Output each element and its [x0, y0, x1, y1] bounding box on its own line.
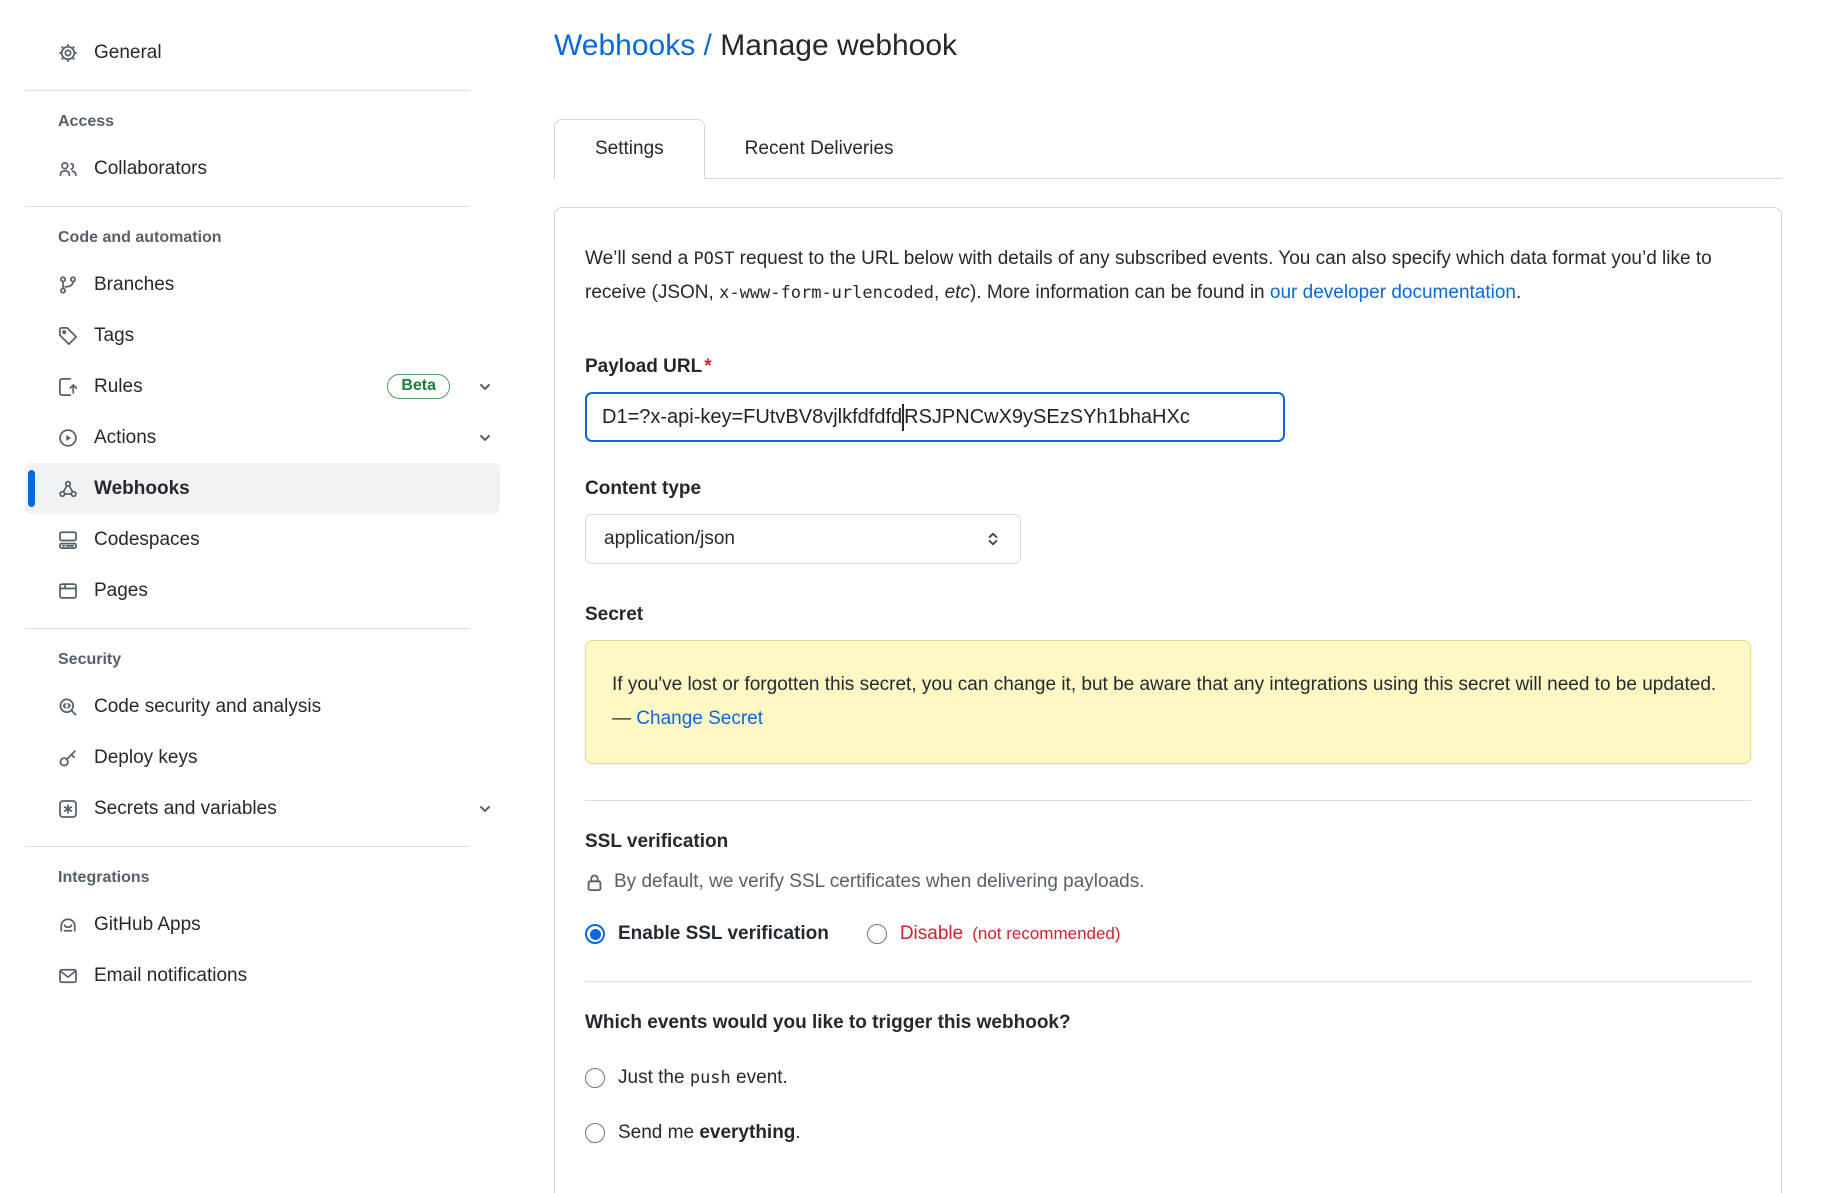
sidebar-item-general[interactable]: General — [25, 27, 500, 78]
asterisk-box-icon — [58, 799, 78, 819]
people-icon — [58, 159, 78, 179]
change-secret-link[interactable]: Change Secret — [636, 708, 763, 729]
divider — [585, 981, 1751, 982]
code-scan-icon — [58, 697, 78, 717]
sidebar-section-header: Integrations — [25, 859, 500, 899]
sidebar-item-tags[interactable]: Tags — [25, 310, 500, 361]
sidebar-item-label: Codespaces — [94, 529, 200, 551]
play-circle-icon — [58, 428, 78, 448]
gear-icon — [58, 43, 78, 63]
browser-icon — [58, 581, 78, 601]
chevron-down-icon — [476, 378, 494, 396]
divider — [25, 206, 470, 207]
post-code: POST — [693, 249, 734, 269]
sidebar-item-label: Deploy keys — [94, 747, 198, 769]
sidebar-item-deploy-keys[interactable]: Deploy keys — [25, 732, 500, 783]
page-title: Webhooks / Manage webhook — [554, 27, 1782, 65]
sidebar-item-webhooks[interactable]: Webhooks — [25, 463, 500, 514]
webhook-icon — [58, 479, 78, 499]
sidebar-item-github-apps[interactable]: GitHub Apps — [25, 899, 500, 950]
webhooks-breadcrumb-link[interactable]: Webhooks — [554, 29, 695, 62]
sidebar-item-pages[interactable]: Pages — [25, 565, 500, 616]
key-icon — [58, 748, 78, 768]
disable-ssl-radio[interactable] — [867, 924, 887, 944]
sidebar-item-label: Branches — [94, 274, 174, 296]
sidebar-item-label: Actions — [94, 427, 156, 449]
sidebar-section-header: Security — [25, 641, 500, 681]
mail-icon — [58, 966, 78, 986]
content-type-select[interactable]: application/json — [585, 514, 1021, 564]
divider — [25, 628, 470, 629]
settings-sidebar: General Access Collaborators Code and au… — [0, 0, 500, 1193]
sidebar-item-label: Secrets and variables — [94, 798, 277, 820]
sidebar-item-actions[interactable]: Actions — [25, 412, 500, 463]
sidebar-item-label: GitHub Apps — [94, 914, 201, 936]
git-branch-icon — [58, 275, 78, 295]
sidebar-item-label: Email notifications — [94, 965, 247, 987]
ssl-verification-heading: SSL verification — [585, 831, 1751, 853]
payload-url-label: Payload URL* — [585, 356, 1751, 378]
content-type-label: Content type — [585, 478, 1751, 500]
beta-badge: Beta — [387, 374, 450, 399]
required-asterisk: * — [704, 356, 711, 377]
tag-icon — [58, 326, 78, 346]
sidebar-item-label: Code security and analysis — [94, 696, 321, 718]
sidebar-item-collaborators[interactable]: Collaborators — [25, 143, 500, 194]
sidebar-item-label: Collaborators — [94, 158, 207, 180]
push-event-radio[interactable] — [585, 1068, 605, 1088]
hubot-icon — [58, 915, 78, 935]
sidebar-item-codespaces[interactable]: Codespaces — [25, 514, 500, 565]
sidebar-item-label: General — [94, 42, 162, 64]
sidebar-item-secrets-variables[interactable]: Secrets and variables — [25, 783, 500, 834]
sidebar-section-header: Access — [25, 103, 500, 143]
sidebar-section-header: Code and automation — [25, 219, 500, 259]
content-type-value: application/json — [604, 528, 735, 550]
main-content: Webhooks / Manage webhook Settings Recen… — [554, 0, 1782, 1193]
sidebar-item-rules[interactable]: Rules Beta — [25, 361, 500, 412]
developer-docs-link[interactable]: our developer documentation — [1270, 282, 1516, 303]
sidebar-item-label: Rules — [94, 376, 143, 398]
payload-url-value-after: RSJPNCwX9ySEzSYh1bhaHXc — [904, 406, 1190, 429]
webhook-settings-panel: We’ll send a POST request to the URL bel… — [554, 207, 1782, 1193]
tab-settings[interactable]: Settings — [554, 119, 705, 179]
divider — [25, 90, 470, 91]
chevron-down-icon — [476, 800, 494, 818]
event-option-everything[interactable]: Send me everything. — [585, 1122, 1751, 1144]
urlencoded-code: x-www-form-urlencoded — [719, 283, 934, 303]
page-title-text: Manage webhook — [720, 29, 957, 62]
breadcrumb-separator: / — [695, 29, 720, 62]
payload-url-input[interactable]: D1=?x-api-key=FUtvBV8vjlkfdfdfdRSJPNCwX9… — [585, 392, 1285, 442]
events-heading: Which events would you like to trigger t… — [585, 1012, 1751, 1034]
sidebar-item-label: Pages — [94, 580, 148, 602]
disable-ssl-option[interactable]: Disable (not recommended) — [867, 923, 1121, 945]
codespaces-icon — [58, 530, 78, 550]
secret-label: Secret — [585, 604, 1751, 626]
secret-warning: If you've lost or forgotten this secret,… — [585, 640, 1751, 764]
sidebar-item-label: Tags — [94, 325, 134, 347]
sidebar-item-label: Webhooks — [94, 478, 190, 500]
divider — [25, 846, 470, 847]
lock-icon — [585, 873, 604, 892]
rules-icon — [58, 377, 78, 397]
payload-url-value-before: D1=?x-api-key=FUtvBV8vjlkfdfdfd — [602, 406, 902, 429]
sidebar-item-branches[interactable]: Branches — [25, 259, 500, 310]
tabnav: Settings Recent Deliveries — [554, 119, 1782, 179]
unfold-icon — [984, 530, 1002, 548]
event-option-push[interactable]: Just the push event. — [585, 1067, 1751, 1089]
sidebar-item-email-notifications[interactable]: Email notifications — [25, 950, 500, 1001]
everything-event-radio[interactable] — [585, 1123, 605, 1143]
enable-ssl-radio[interactable] — [585, 924, 605, 944]
tab-recent-deliveries[interactable]: Recent Deliveries — [705, 119, 934, 179]
ssl-description: By default, we verify SSL certificates w… — [585, 871, 1751, 893]
intro-text: We’ll send a POST request to the URL bel… — [585, 242, 1751, 310]
ssl-radio-group: Enable SSL verification Disable (not rec… — [585, 923, 1751, 945]
chevron-down-icon — [476, 429, 494, 447]
enable-ssl-option[interactable]: Enable SSL verification — [585, 923, 829, 945]
divider — [585, 800, 1751, 801]
sidebar-item-code-security[interactable]: Code security and analysis — [25, 681, 500, 732]
